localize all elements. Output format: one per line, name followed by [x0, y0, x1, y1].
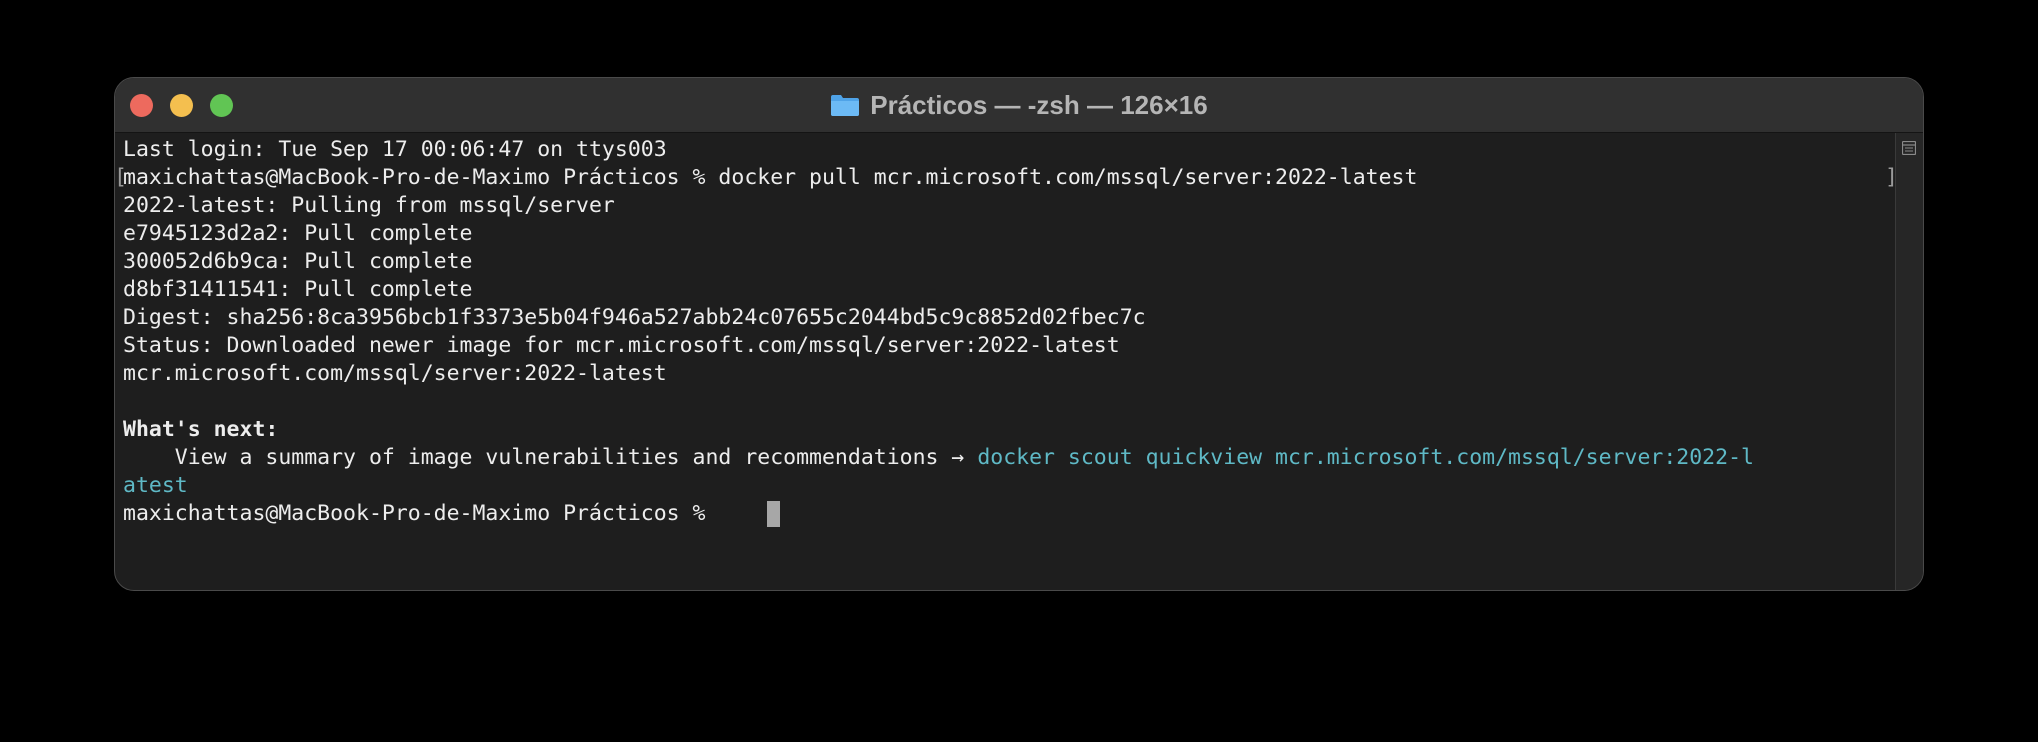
whats-next-heading: What's next: — [123, 417, 279, 442]
hint-text: View a summary of image vulnerabilities … — [123, 445, 978, 470]
text-cursor — [767, 501, 780, 527]
output-line: e7945123d2a2: Pull complete — [123, 221, 473, 246]
terminal-window: Prácticos — -zsh — 126×16 Last login: Tu… — [114, 77, 1924, 591]
hint-line: View a summary of image vulnerabilities … — [123, 444, 1754, 472]
folder-icon — [830, 93, 860, 117]
window-title-container: Prácticos — -zsh — 126×16 — [115, 78, 1923, 132]
prompt-line[interactable]: maxichattas@MacBook-Pro-de-Maximo Prácti… — [123, 500, 718, 528]
output-line: 2022-latest: Pulling from mssql/server — [123, 193, 615, 218]
scrollbar[interactable] — [1895, 133, 1923, 590]
command-line: maxichattas@MacBook-Pro-de-Maximo Prácti… — [123, 165, 1418, 190]
window-title: Prácticos — -zsh — 126×16 — [870, 89, 1208, 120]
hint-command-link[interactable]: docker scout quickview mcr.microsoft.com… — [977, 445, 1754, 470]
output-line: Digest: sha256:8ca3956bcb1f3373e5b04f946… — [123, 305, 1146, 330]
hint-command-link-continued[interactable]: atest — [123, 472, 188, 500]
title-bar[interactable]: Prácticos — -zsh — 126×16 — [115, 78, 1923, 133]
output-line: d8bf31411541: Pull complete — [123, 277, 473, 302]
split-pane-icon[interactable] — [1901, 140, 1917, 156]
last-login-line: Last login: Tue Sep 17 00:06:47 on ttys0… — [123, 137, 667, 162]
output-line: mcr.microsoft.com/mssql/server:2022-late… — [123, 361, 667, 386]
output-line: Status: Downloaded newer image for mcr.m… — [123, 333, 1120, 358]
terminal-content[interactable]: Last login: Tue Sep 17 00:06:47 on ttys0… — [115, 133, 1898, 590]
prompt-text: maxichattas@MacBook-Pro-de-Maximo Prácti… — [123, 501, 719, 526]
output-line: 300052d6b9ca: Pull complete — [123, 249, 473, 274]
